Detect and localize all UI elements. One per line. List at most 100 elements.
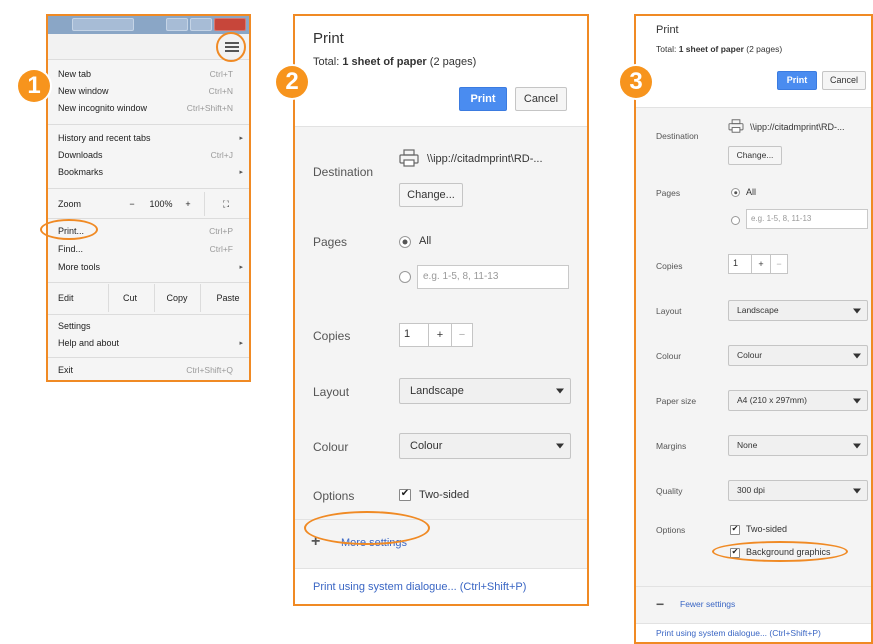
menu-item-settings[interactable]: Settings — [48, 318, 249, 335]
copies-label: Copies — [313, 329, 351, 343]
margins-select-value: None — [737, 440, 758, 450]
chevron-right-icon: ▸ — [239, 340, 243, 347]
chevron-down-icon — [556, 388, 564, 394]
printer-icon — [728, 119, 744, 133]
layout-select[interactable]: Landscape — [728, 300, 868, 321]
quality-select-value: 300 dpi — [737, 485, 765, 495]
maximize-button[interactable] — [190, 18, 212, 31]
options-label: Options — [656, 525, 686, 535]
highlight-menu-button — [216, 32, 246, 62]
step-badge-3: 3 — [620, 66, 652, 98]
menu-item-new-incognito-window[interactable]: New incognito window Ctrl+Shift+N — [48, 100, 249, 117]
paste-button[interactable]: Paste — [208, 288, 248, 310]
destination-label: Destination — [656, 131, 699, 141]
system-dialog-link[interactable]: Print using system dialogue... (Ctrl+Shi… — [313, 581, 526, 593]
layout-label: Layout — [313, 385, 350, 399]
paper-size-select-value: A4 (210 x 297mm) — [737, 395, 807, 405]
pages-all-radio[interactable] — [731, 188, 740, 197]
colour-select-value: Colour — [737, 350, 763, 360]
chevron-right-icon: ▸ — [239, 135, 243, 142]
colour-select[interactable]: Colour — [399, 433, 571, 459]
chevron-down-icon — [853, 488, 861, 493]
copies-plus-button[interactable]: + — [428, 324, 451, 346]
print-title: Print — [656, 24, 679, 36]
pages-label: Pages — [313, 235, 348, 249]
zoom-value: 100% — [149, 199, 173, 209]
layout-select[interactable]: Landscape — [399, 378, 571, 404]
change-destination-button[interactable]: Change... — [728, 146, 782, 165]
minimize-button[interactable] — [166, 18, 188, 31]
system-dialog-link[interactable]: Print using system dialogue... (Ctrl+Shi… — [656, 628, 821, 638]
menu-item-help[interactable]: Help and about ▸ — [48, 335, 249, 352]
change-destination-button[interactable]: Change... — [399, 183, 463, 207]
zoom-out-button[interactable]: − — [124, 194, 140, 216]
menu-item-more-tools[interactable]: More tools ▸ — [48, 259, 249, 276]
step-badge-1: 1 — [18, 70, 50, 102]
pages-label: Pages — [656, 188, 681, 198]
paper-size-select[interactable]: A4 (210 x 297mm) — [728, 390, 868, 411]
margins-select[interactable]: None — [728, 435, 868, 456]
copies-stepper: 1 + − — [728, 254, 788, 274]
step-badge-2: 2 — [276, 66, 308, 98]
highlight-background-graphics — [712, 541, 848, 562]
chevron-down-icon — [853, 308, 861, 313]
layout-label: Layout — [656, 306, 682, 316]
chevron-down-icon — [853, 353, 861, 358]
fewer-settings-link[interactable]: Fewer settings — [680, 599, 735, 609]
chevron-down-icon — [556, 443, 564, 449]
chevron-down-icon — [853, 443, 861, 448]
chevron-right-icon: ▸ — [239, 264, 243, 271]
paper-size-label: Paper size — [656, 396, 697, 406]
copies-stepper: 1 + − — [399, 323, 473, 347]
highlight-more-settings — [304, 511, 430, 545]
pages-range-input[interactable]: e.g. 1-5, 8, 11-13 — [746, 209, 868, 229]
tab-strip — [72, 18, 134, 31]
colour-label: Colour — [656, 351, 682, 361]
layout-select-value: Landscape — [410, 385, 464, 397]
pages-custom-radio[interactable] — [399, 271, 411, 283]
close-button[interactable] — [214, 18, 246, 31]
colour-select[interactable]: Colour — [728, 345, 868, 366]
pages-all-radio[interactable] — [399, 236, 411, 248]
menu-item-exit[interactable]: Exit Ctrl+Shift+Q — [48, 362, 249, 379]
colour-select-value: Colour — [410, 440, 443, 452]
print-button[interactable]: Print — [459, 87, 507, 111]
pages-all-label: All — [419, 235, 432, 247]
destination-label: Destination — [313, 165, 374, 179]
copies-value[interactable]: 1 — [733, 258, 738, 268]
print-title: Print — [313, 30, 344, 47]
colour-label: Colour — [313, 440, 349, 454]
two-sided-label: Two-sided — [746, 524, 788, 534]
menu-item-find[interactable]: Find... Ctrl+F — [48, 241, 249, 258]
pages-range-input[interactable]: e.g. 1-5, 8, 11-13 — [417, 265, 569, 289]
chrome-menu-screenshot: New tab Ctrl+T New window Ctrl+N New incog… — [46, 14, 251, 382]
cancel-button[interactable]: Cancel — [515, 87, 567, 111]
copies-plus-button[interactable]: + — [751, 255, 770, 273]
fullscreen-icon[interactable]: ⛶ — [212, 194, 240, 216]
menu-item-downloads[interactable]: Downloads Ctrl+J — [48, 147, 249, 164]
quality-select[interactable]: 300 dpi — [728, 480, 868, 501]
cancel-button[interactable]: Cancel — [822, 71, 866, 90]
two-sided-checkbox[interactable] — [730, 524, 740, 535]
copies-minus-button[interactable]: − — [770, 255, 787, 273]
copies-minus-button[interactable]: − — [451, 324, 472, 346]
menu-item-history[interactable]: History and recent tabs ▸ — [48, 130, 249, 147]
menu-item-new-tab[interactable]: New tab Ctrl+T — [48, 66, 249, 83]
menu-item-new-window[interactable]: New window Ctrl+N — [48, 83, 249, 100]
print-button[interactable]: Print — [777, 71, 817, 90]
quality-label: Quality — [656, 486, 683, 496]
pages-custom-radio[interactable] — [731, 216, 740, 225]
two-sided-checkbox[interactable] — [399, 488, 411, 501]
menu-item-bookmarks[interactable]: Bookmarks ▸ — [48, 164, 249, 181]
zoom-label: Zoom — [58, 199, 82, 209]
copies-value[interactable]: 1 — [404, 328, 410, 340]
fewer-settings-row[interactable]: − Fewer settings — [636, 586, 871, 624]
copy-button[interactable]: Copy — [160, 288, 194, 310]
zoom-in-button[interactable]: + — [180, 194, 196, 216]
cut-button[interactable]: Cut — [114, 288, 146, 310]
margins-label: Margins — [656, 441, 687, 451]
print-total: Total: 1 sheet of paper (2 pages) — [313, 56, 477, 68]
destination-value: \\ipp://citadmprint\RD-... — [750, 122, 845, 132]
edit-label: Edit — [58, 293, 74, 303]
destination-value: \\ipp://citadmprint\RD-... — [427, 153, 543, 165]
